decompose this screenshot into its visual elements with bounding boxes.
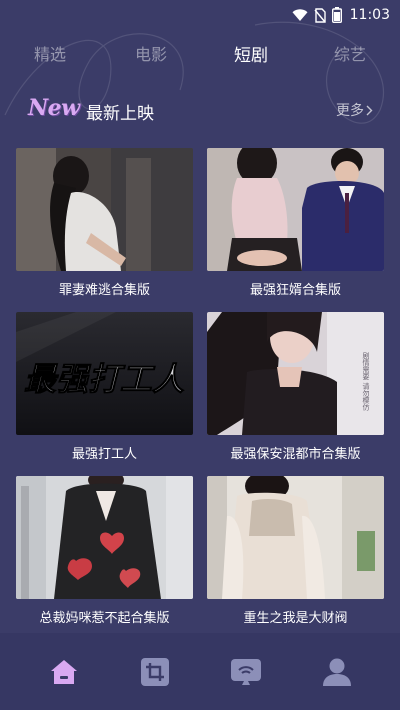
drama-card[interactable]: 最强狂婿合集版 [207, 148, 384, 298]
status-bar: 11:03 [0, 0, 400, 30]
tab-featured[interactable]: 精选 [34, 41, 66, 65]
nav-home[interactable] [44, 652, 84, 692]
drama-card[interactable]: 最强打工人 最强打工人 [16, 312, 193, 462]
no-sim-icon [314, 7, 326, 23]
new-badge: New [28, 95, 80, 121]
more-link[interactable]: 更多 [336, 100, 373, 120]
drama-thumbnail[interactable] [16, 476, 193, 599]
chevron-right-icon [366, 105, 373, 115]
drama-title: 最强保安混都市合集版 [230, 447, 361, 462]
drama-card[interactable]: 总裁妈咪惹不起合集版 [16, 476, 193, 626]
drama-title: 最强打工人 [71, 447, 137, 462]
drama-title: 总裁妈咪惹不起合集版 [39, 611, 170, 626]
profile-icon [322, 658, 351, 686]
tab-variety[interactable]: 综艺 [334, 41, 366, 65]
category-tabs: 精选 电影 短剧 综艺 [0, 38, 400, 68]
nav-profile[interactable] [317, 652, 357, 692]
nav-cast[interactable] [226, 652, 266, 692]
drama-title: 最强狂婿合集版 [249, 283, 341, 298]
home-icon [50, 659, 77, 684]
drama-title: 罪妻难逃合集版 [58, 283, 150, 298]
section-title: 最新上映 [86, 104, 154, 124]
drama-card[interactable]: 剧情需要 请勿模仿 最强保安混都市合集版 [207, 312, 384, 462]
drama-title: 重生之我是大财阀 [243, 611, 348, 626]
tab-short-drama[interactable]: 短剧 [234, 41, 268, 66]
drama-thumbnail[interactable] [16, 148, 193, 271]
poster-text: 最强打工人 [24, 360, 184, 398]
status-time: 11:03 [349, 7, 390, 23]
drama-thumbnail[interactable]: 最强打工人 [16, 312, 193, 435]
section-header: New 最新上映 更多 [0, 95, 400, 125]
cast-icon [230, 658, 261, 685]
nav-crop[interactable] [135, 652, 175, 692]
tab-movies[interactable]: 电影 [135, 41, 167, 65]
drama-card[interactable]: 重生之我是大财阀 [207, 476, 384, 626]
more-label: 更多 [336, 103, 364, 119]
side-caption: 剧情需要 请勿模仿 [362, 351, 370, 411]
wifi-icon [292, 9, 308, 21]
drama-card[interactable]: 罪妻难逃合集版 [16, 148, 193, 298]
drama-thumbnail[interactable]: 剧情需要 请勿模仿 [207, 312, 384, 435]
battery-icon [331, 7, 342, 23]
drama-thumbnail[interactable] [207, 476, 384, 599]
bottom-nav [0, 633, 400, 710]
status-icons [292, 7, 342, 23]
drama-thumbnail[interactable] [207, 148, 384, 271]
crop-icon [140, 657, 169, 686]
